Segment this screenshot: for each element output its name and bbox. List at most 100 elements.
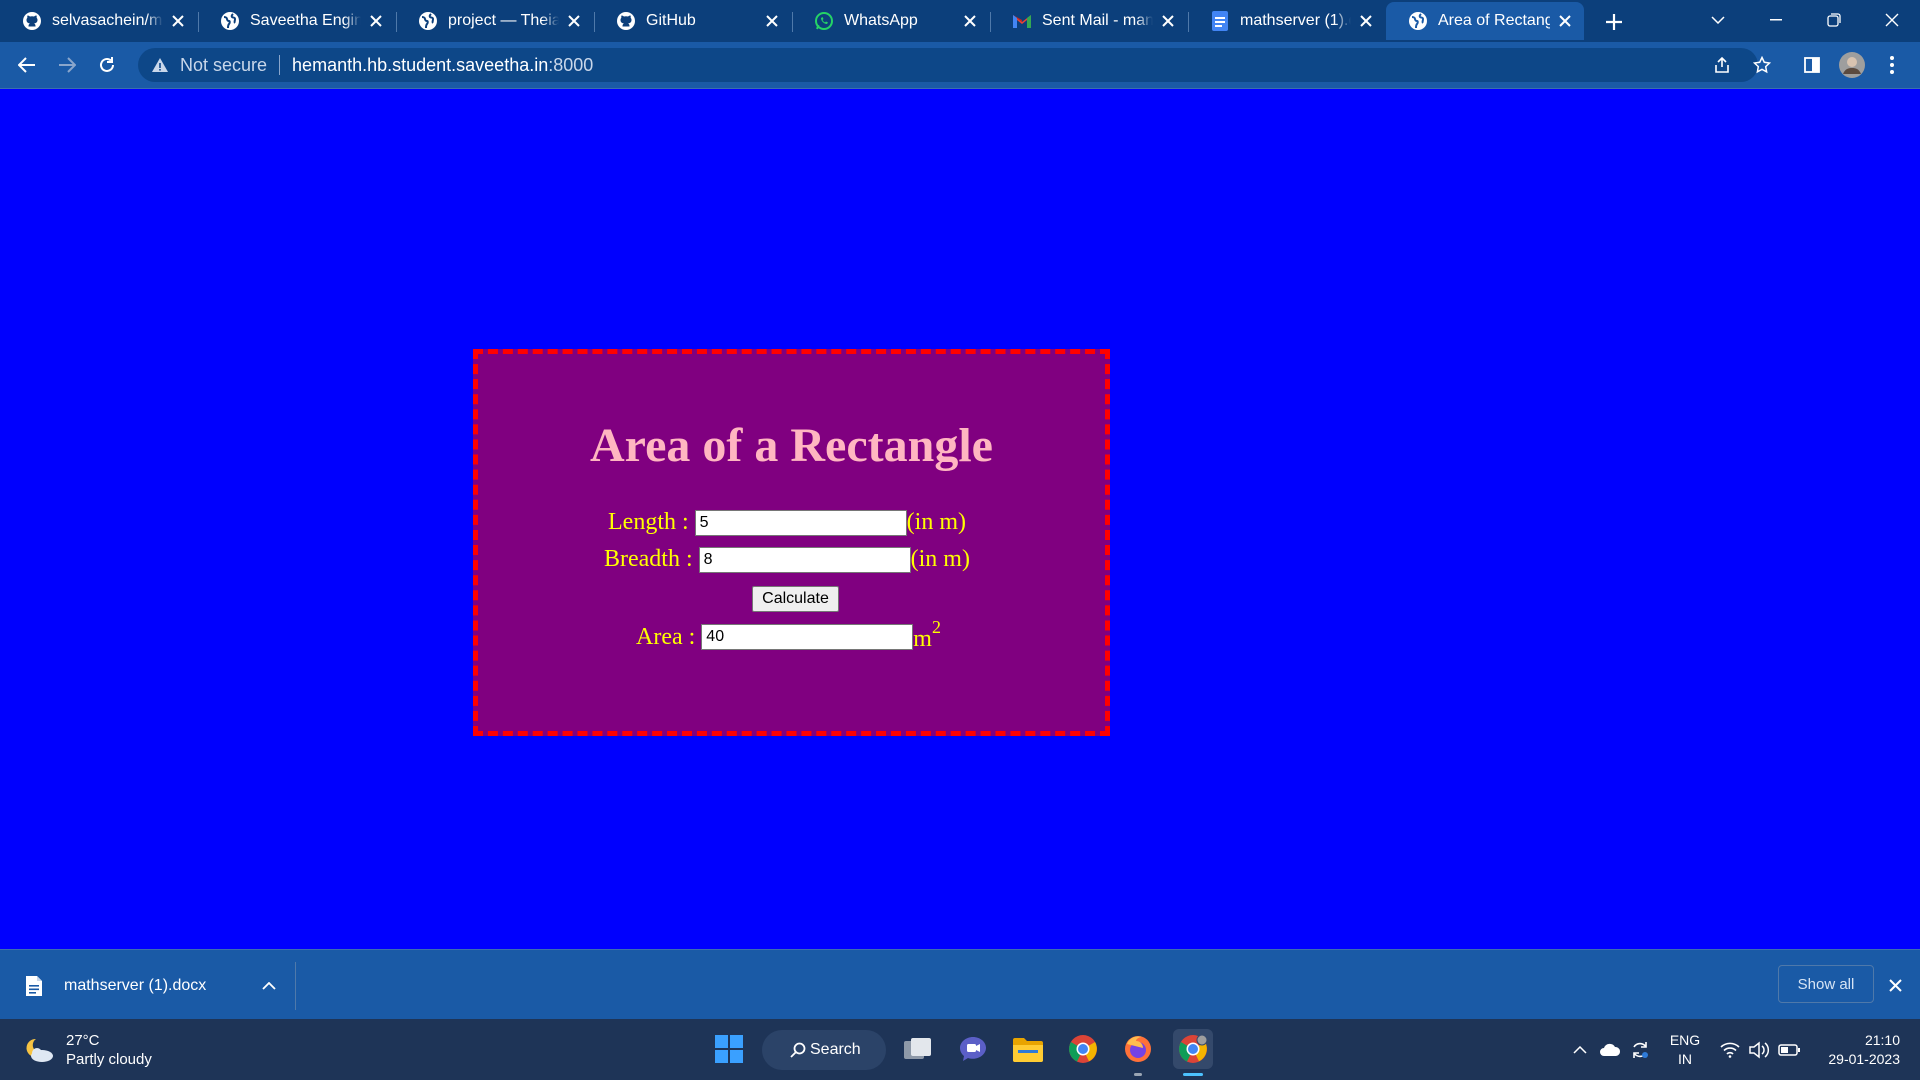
close-icon[interactable] — [1159, 12, 1177, 30]
taskbar-search[interactable]: Search — [762, 1030, 886, 1070]
tab-github[interactable]: GitHub — [594, 2, 791, 40]
warning-icon[interactable] — [150, 55, 170, 75]
length-input[interactable] — [694, 509, 907, 536]
url-host: hemanth.hb.student.saveetha.in — [292, 54, 549, 75]
tab-whatsapp[interactable]: WhatsApp — [792, 2, 989, 40]
region-code: IN — [1678, 1051, 1692, 1067]
minimize-button[interactable] — [1748, 0, 1804, 40]
running-indicator — [1134, 1073, 1142, 1076]
document-icon — [26, 976, 42, 996]
chat-icon — [960, 1037, 986, 1061]
language-code: ENG — [1669, 1032, 1701, 1048]
wifi-icon[interactable] — [1719, 1039, 1741, 1061]
download-shelf: mathserver (1).docx Show all — [0, 949, 1920, 1019]
system-clock[interactable]: 21:10 29-01-2023 — [1816, 1031, 1900, 1069]
weather-widget[interactable]: 27°C Partly cloudy — [22, 1031, 152, 1069]
breadth-row: Breadth : (in m) — [604, 546, 970, 573]
tab-title: Sent Mail - mano — [1042, 12, 1153, 29]
close-icon[interactable] — [961, 12, 979, 30]
close-window-button[interactable] — [1864, 0, 1920, 40]
task-view-button[interactable] — [898, 1029, 938, 1069]
forward-arrow-icon — [59, 57, 76, 73]
chrome-icon — [1179, 1034, 1208, 1063]
rectangle-form: Area of a Rectangle Length : (in m) Brea… — [473, 349, 1110, 736]
tab-saveetha[interactable]: Saveetha Enginee — [198, 2, 395, 40]
search-label: Search — [810, 1041, 861, 1058]
close-icon[interactable] — [1357, 12, 1375, 30]
area-output[interactable] — [701, 624, 914, 650]
file-explorer-button[interactable] — [1008, 1029, 1048, 1069]
calculate-button[interactable]: Calculate — [752, 586, 839, 612]
start-button[interactable] — [709, 1029, 749, 1069]
tab-title: Saveetha Enginee — [250, 12, 361, 29]
breadth-label: Breadth : — [604, 546, 693, 572]
url-port: :8000 — [548, 54, 594, 75]
close-icon[interactable] — [1556, 12, 1574, 30]
chevron-down-icon — [1711, 16, 1725, 24]
security-status[interactable]: Not secure — [180, 55, 267, 76]
task-view-icon — [904, 1038, 931, 1059]
close-icon[interactable] — [763, 12, 781, 30]
chrome-button[interactable] — [1063, 1029, 1103, 1069]
close-shelf-button[interactable] — [1886, 976, 1904, 994]
minimize-icon — [1770, 19, 1782, 21]
globe-icon — [220, 11, 240, 31]
page-title: Area of a Rectangle — [590, 419, 993, 472]
show-hidden-icons-button[interactable] — [1569, 1039, 1591, 1061]
reload-button[interactable] — [92, 50, 122, 80]
close-icon — [1888, 978, 1902, 992]
restore-button[interactable] — [1806, 0, 1862, 40]
length-unit: (in m) — [906, 509, 966, 535]
bookmark-button[interactable] — [1747, 50, 1777, 80]
whatsapp-icon — [814, 11, 834, 31]
teams-chat-button[interactable] — [953, 1029, 993, 1069]
area-label: Area : — [636, 623, 696, 650]
github-icon — [616, 11, 636, 31]
download-item[interactable]: mathserver (1).docx — [24, 972, 276, 1000]
show-all-button[interactable]: Show all — [1778, 965, 1874, 1003]
tab-mathserver-doc[interactable]: mathserver (1).do — [1188, 2, 1385, 40]
weather-temperature: 27°C — [66, 1032, 100, 1049]
tab-project-theia[interactable]: project — Theia — [396, 2, 593, 40]
area-unit-exponent: 2 — [931, 617, 941, 637]
forward-button[interactable] — [52, 50, 82, 80]
reload-icon — [100, 57, 114, 72]
side-panel-button[interactable] — [1797, 50, 1827, 80]
length-row: Length : (in m) — [608, 509, 966, 536]
close-icon[interactable] — [565, 12, 583, 30]
plus-icon — [1606, 14, 1622, 30]
length-label: Length : — [608, 509, 689, 535]
windows-taskbar: 27°C Partly cloudy Search ENG IN 21:10 2… — [0, 1019, 1920, 1080]
partly-cloudy-icon — [26, 1038, 53, 1062]
breadth-unit: (in m) — [910, 546, 970, 572]
new-tab-button[interactable] — [1600, 8, 1628, 36]
close-icon[interactable] — [169, 12, 187, 30]
breadth-input[interactable] — [698, 546, 911, 573]
sync-icon[interactable] — [1629, 1039, 1651, 1061]
side-panel-icon — [1804, 57, 1820, 73]
profile-avatar[interactable] — [1837, 50, 1867, 80]
tab-selvasachein[interactable]: selvasachein/mat — [0, 2, 197, 40]
docs-icon — [1210, 11, 1230, 31]
share-button[interactable] — [1707, 50, 1737, 80]
restore-icon — [1827, 13, 1841, 27]
close-icon[interactable] — [367, 12, 385, 30]
onedrive-icon[interactable] — [1599, 1039, 1621, 1061]
address-divider — [279, 55, 281, 75]
windows-logo-icon — [715, 1035, 743, 1063]
firefox-button[interactable] — [1118, 1029, 1158, 1076]
chevron-up-icon[interactable] — [262, 982, 276, 990]
tab-title: GitHub — [646, 12, 696, 29]
address-bar[interactable]: Not secure hemanth.hb.student.saveetha.i… — [138, 48, 1758, 82]
globe-icon — [1408, 11, 1428, 31]
menu-button[interactable] — [1877, 50, 1907, 80]
tab-search-button[interactable] — [1690, 0, 1746, 40]
back-button[interactable] — [12, 50, 42, 80]
volume-icon[interactable] — [1748, 1039, 1770, 1061]
chrome-active-button[interactable] — [1173, 1029, 1213, 1076]
tab-gmail[interactable]: Sent Mail - mano — [990, 2, 1187, 40]
tab-area-of-rectangle[interactable]: Area of Rectangle — [1386, 2, 1584, 40]
firefox-icon — [1125, 1036, 1151, 1062]
battery-icon[interactable] — [1778, 1039, 1800, 1061]
language-indicator[interactable]: ENG IN — [1668, 1031, 1702, 1069]
